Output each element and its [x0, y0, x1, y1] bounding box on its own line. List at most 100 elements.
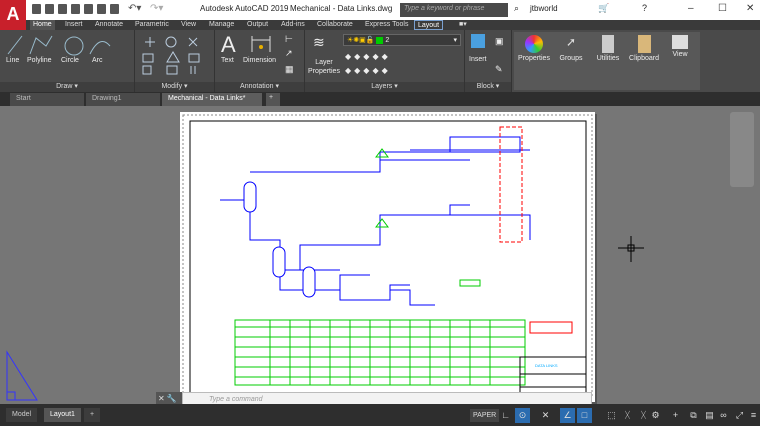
- title-bar: ↶▾ ↷▾ Autodesk AutoCAD 2019 Mechanical -…: [0, 0, 760, 20]
- crosshair-cursor: [618, 236, 644, 262]
- layer-tools-row1[interactable]: ◆◆◆◆◆: [345, 52, 391, 61]
- save-icon[interactable]: [58, 4, 67, 14]
- minimize-button[interactable]: –: [688, 3, 694, 14]
- polar-icon[interactable]: ∠: [560, 408, 575, 423]
- selection-icon[interactable]: ⬚: [604, 408, 619, 423]
- arc-tool[interactable]: Arc: [92, 57, 103, 64]
- tab-insert[interactable]: Insert: [62, 20, 86, 30]
- layer-tools-row2[interactable]: ◆◆◆◆◆: [345, 66, 391, 75]
- layout-paper: DATA LINKS: [180, 112, 595, 402]
- clipboard-button[interactable]: Clipboard: [624, 32, 664, 90]
- create-block-icon[interactable]: ▣: [495, 36, 504, 47]
- modify-tools-icon: [142, 36, 200, 75]
- circle-tool[interactable]: Circle: [61, 57, 79, 64]
- osnap-icon[interactable]: □: [577, 408, 592, 423]
- snap-icon[interactable]: ⊙: [515, 408, 530, 423]
- tab-model[interactable]: Model: [6, 408, 38, 422]
- insert-block-icon: [471, 34, 485, 48]
- layers-panel-label[interactable]: Layers ▾: [305, 82, 464, 92]
- navigation-bar[interactable]: [730, 112, 754, 187]
- ribbon: Line Polyline Circle Arc Draw ▾ Modify ▾…: [0, 30, 760, 92]
- polyline-tool[interactable]: Polyline: [27, 57, 52, 64]
- app-menu-button[interactable]: A: [0, 0, 26, 30]
- view-icon: [672, 35, 688, 49]
- isolate-icon[interactable]: ⧉: [686, 408, 701, 423]
- binoculars-icon[interactable]: ⌕: [514, 3, 519, 14]
- ortho-icon[interactable]: ✕: [538, 408, 553, 423]
- user-name[interactable]: jtbworld: [530, 4, 558, 13]
- plus-icon[interactable]: +: [668, 408, 683, 423]
- grid-icon[interactable]: ∟: [498, 408, 513, 423]
- paper-space-toggle[interactable]: PAPER: [470, 409, 500, 422]
- undo-icon[interactable]: ↶▾: [128, 3, 141, 14]
- annotation-panel: A Text Dimension ⊢ ↗ ▦ Annotation ▾: [215, 30, 305, 92]
- table-icon[interactable]: ▦: [285, 64, 294, 75]
- svg-text:DATA LINKS: DATA LINKS: [535, 363, 558, 368]
- help-icon[interactable]: ?: [642, 3, 647, 13]
- properties-button[interactable]: Properties: [514, 32, 554, 90]
- annotation-panel-label[interactable]: Annotation ▾: [215, 82, 304, 92]
- new-tab-button[interactable]: +: [266, 93, 280, 106]
- tab-layout[interactable]: Layout: [414, 20, 444, 30]
- layer-dropdown[interactable]: ☀✺▣🔓 2 ▾: [343, 34, 461, 46]
- view-button[interactable]: View: [660, 32, 700, 90]
- insert-button[interactable]: Insert: [469, 56, 487, 63]
- cursor-icon: ➚: [565, 35, 577, 49]
- modify-panel: Modify ▾: [135, 30, 215, 92]
- annotation-scale-icon[interactable]: ᚷ: [620, 408, 635, 423]
- draw-panel-label[interactable]: Draw ▾: [0, 82, 134, 92]
- tab-layout1[interactable]: Layout1: [44, 408, 81, 422]
- new-icon[interactable]: [32, 4, 41, 14]
- close-button[interactable]: ✕: [746, 3, 754, 14]
- utilities-button[interactable]: Utilities: [588, 32, 628, 90]
- doc-tab-mechanical[interactable]: Mechanical - Data Links*: [162, 93, 262, 106]
- layers-panel: ≋ Layer Properties ☀✺▣🔓 2 ▾ ◆◆◆◆◆ ◆◆◆◆◆ …: [305, 30, 465, 92]
- tab-collaborate[interactable]: Collaborate: [314, 20, 356, 30]
- block-panel-label[interactable]: Block ▾: [465, 82, 511, 92]
- layer-color-swatch: [376, 36, 384, 44]
- tab-home[interactable]: Home: [30, 20, 55, 30]
- video-icon[interactable]: ■▾: [456, 20, 470, 30]
- status-bar: Model Layout1 + PAPER ∟ ⊙ ✕ ∠ □ ⬚ ᚷ ᚷ ⚙ …: [0, 404, 760, 426]
- chevron-down-icon: ▾: [453, 37, 457, 44]
- text-icon: A: [221, 32, 236, 57]
- search-input[interactable]: Type a keyword or phrase: [400, 3, 508, 17]
- doc-tab-start[interactable]: Start: [10, 93, 84, 106]
- save-as-icon[interactable]: [71, 4, 80, 14]
- layer-properties-button[interactable]: Layer Properties: [307, 58, 341, 76]
- doc-tab-drawing1[interactable]: Drawing1: [86, 93, 160, 106]
- fullscreen-icon[interactable]: ⤢: [732, 408, 747, 423]
- edit-attributes-icon[interactable]: ✎: [495, 64, 503, 75]
- hardware-accel-icon[interactable]: ▤: [702, 408, 717, 423]
- open-icon[interactable]: [45, 4, 54, 14]
- menu-icon[interactable]: ≡: [746, 408, 760, 423]
- current-layer: 2: [385, 37, 390, 44]
- ucs-icon: [6, 350, 38, 401]
- modify-panel-label[interactable]: Modify ▾: [135, 82, 214, 92]
- tab-addins[interactable]: Add-ins: [278, 20, 308, 30]
- line-tool[interactable]: Line: [6, 57, 19, 64]
- add-layout-button[interactable]: +: [84, 408, 101, 422]
- cart-icon[interactable]: 🛒: [598, 3, 609, 14]
- file-title: Mechanical - Data Links.dwg: [290, 4, 393, 13]
- plot-icon[interactable]: [110, 4, 119, 14]
- redo-icon[interactable]: ↷▾: [150, 3, 163, 14]
- publish-icon[interactable]: [84, 4, 93, 14]
- layer-stack-icon: ≋: [313, 34, 325, 50]
- link-icon[interactable]: ∞: [716, 408, 731, 423]
- linear-dim-icon[interactable]: ⊢: [285, 34, 293, 45]
- leader-icon[interactable]: ↗: [285, 48, 293, 59]
- dimension-tool[interactable]: Dimension: [243, 57, 276, 64]
- text-tool[interactable]: Text: [221, 57, 234, 64]
- tab-output[interactable]: Output: [244, 20, 271, 30]
- document-tabs: Start Drawing1 Mechanical - Data Links* …: [0, 92, 760, 106]
- tab-manage[interactable]: Manage: [206, 20, 237, 30]
- tab-annotate[interactable]: Annotate: [92, 20, 126, 30]
- maximize-button[interactable]: ☐: [718, 3, 727, 14]
- tab-express-tools[interactable]: Express Tools: [362, 20, 411, 30]
- tab-parametric[interactable]: Parametric: [132, 20, 172, 30]
- tab-view[interactable]: View: [178, 20, 199, 30]
- groups-button[interactable]: ➚ Groups: [551, 32, 591, 90]
- gear-icon[interactable]: ⚙: [648, 408, 663, 423]
- share-icon[interactable]: [97, 4, 106, 14]
